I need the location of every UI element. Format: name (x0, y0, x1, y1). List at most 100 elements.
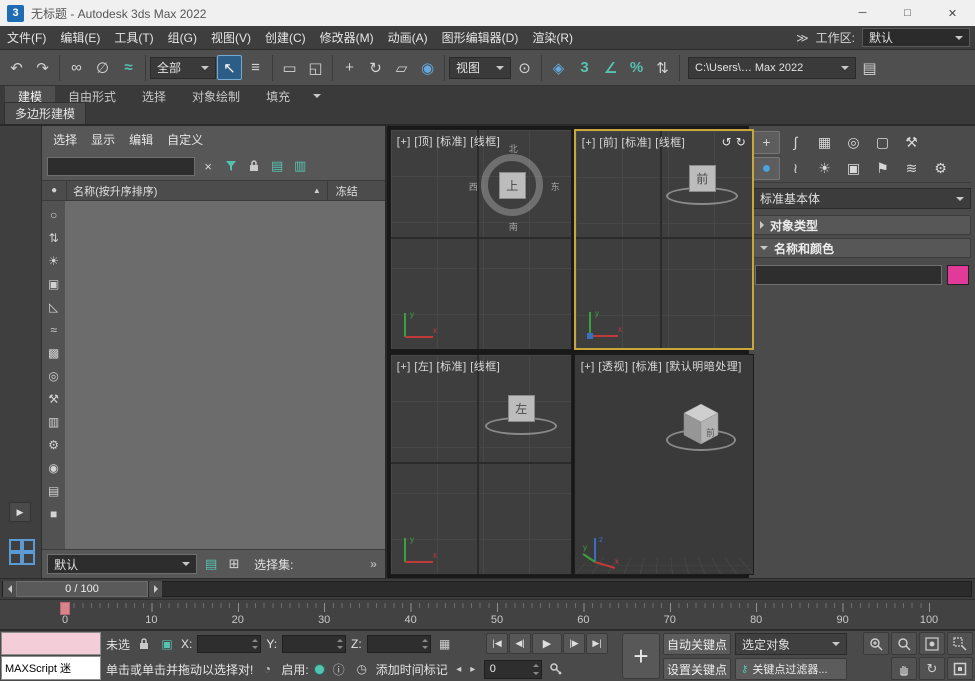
menu-item[interactable]: 编辑 (122, 126, 160, 152)
active-layer-dropdown[interactable]: 默认 (47, 554, 197, 574)
modify-tab[interactable]: ∫ (782, 131, 809, 154)
selection-lock-icon[interactable] (135, 635, 153, 653)
space-warps-category[interactable]: ≋ (898, 157, 925, 180)
lights-filter-icon[interactable]: ☀ (45, 252, 63, 269)
compass-north[interactable]: 北 (509, 142, 518, 155)
viewcube[interactable]: 上 北 南 西 东 (477, 148, 553, 224)
menu-item[interactable]: 视图(V) (204, 26, 258, 49)
time-slider-handle[interactable]: 0 / 100 (16, 581, 148, 597)
category-dropdown[interactable]: 标准基本体 (753, 188, 971, 209)
menu-item[interactable]: 渲染(R) (525, 26, 580, 49)
layers-filter-icon[interactable]: ▥ (45, 413, 63, 430)
compass-west[interactable]: 西 (469, 180, 478, 193)
menu-item[interactable]: 图形编辑器(D) (435, 26, 526, 49)
zoom-icon[interactable] (863, 632, 889, 655)
selection-filter-dropdown[interactable]: 全部 (150, 57, 216, 79)
maxscript-mini-listener-input[interactable]: MAXScript 迷 (1, 656, 101, 680)
previous-key-icon[interactable]: ◂ (453, 661, 465, 677)
polygon-modeling-subtab[interactable]: 多边形建模 (4, 102, 86, 124)
rotate-view-cw-icon[interactable]: ↻ (736, 135, 746, 149)
rectangular-selection-region-icon[interactable]: ▭ (277, 55, 302, 80)
zoom-extents-icon[interactable] (919, 632, 945, 655)
menu-item[interactable]: 组(G) (161, 26, 204, 49)
y-coordinate-field[interactable] (282, 635, 346, 653)
bind-to-space-warp-icon[interactable]: ≈ (116, 55, 141, 80)
row-icon-column-header[interactable]: ● (42, 185, 66, 196)
viewcube-face[interactable]: 前 (689, 165, 716, 192)
hierarchy-view-icon[interactable]: ▤ (267, 156, 287, 176)
viewport-label[interactable]: [+] [前] [标准] [线框] (582, 134, 686, 150)
menu-item[interactable]: 修改器(M) (313, 26, 381, 49)
hierarchy-tab[interactable]: ▦ (811, 131, 838, 154)
select-link-icon[interactable]: ∞ (64, 55, 89, 80)
viewport-label[interactable]: [+] [顶] [标准] [线框] (397, 133, 501, 149)
spinner-icon[interactable] (251, 637, 259, 651)
isolate-selection-icon[interactable]: ◔ (258, 660, 276, 678)
go-to-end-icon[interactable]: ▶| (586, 633, 608, 654)
next-key-icon[interactable]: ▸ (467, 661, 479, 677)
time-previous-button[interactable] (3, 581, 16, 597)
time-next-button[interactable] (149, 581, 162, 597)
lights-category[interactable]: ☀ (811, 157, 838, 180)
angle-snap-icon[interactable]: ∠ (598, 55, 623, 80)
display-tab[interactable]: ▢ (869, 131, 896, 154)
undo-icon[interactable]: ↶ (4, 55, 29, 80)
select-and-place-icon[interactable]: ◉ (415, 55, 440, 80)
absolute-offset-mode-icon[interactable]: ▣ (158, 635, 176, 653)
rollout-name-color[interactable]: 名称和颜色 (753, 238, 971, 258)
systems-category[interactable]: ⚙ (927, 157, 954, 180)
display-objects-filter-icon[interactable]: ○ (45, 206, 63, 223)
footer-overflow-icon[interactable]: » (370, 557, 380, 571)
layer-view-icon[interactable]: ▥ (290, 156, 310, 176)
snaps-toggle-icon[interactable]: 3 (572, 55, 597, 80)
menu-item[interactable]: 工具(T) (107, 26, 160, 49)
spinner-icon[interactable] (421, 637, 429, 651)
viewcube[interactable]: 前 (670, 395, 740, 465)
maximize-button[interactable]: □ (885, 0, 930, 26)
grid-setting-icon[interactable]: ▦ (436, 635, 454, 653)
menu-item[interactable]: 选择 (46, 126, 84, 152)
object-color-swatch[interactable] (947, 265, 969, 285)
space-warps-filter-icon[interactable]: ≈ (45, 321, 63, 338)
viewport-perspective[interactable]: [+] [透视] [标准] [默认明暗处理] 前 z x (574, 354, 754, 575)
select-and-manipulate-icon[interactable]: ◈ (546, 55, 571, 80)
time-tag-icon[interactable]: ◷ (353, 660, 371, 678)
geometry-filter-icon[interactable]: ▩ (45, 344, 63, 361)
spinner-icon[interactable] (336, 637, 344, 651)
current-frame-field[interactable]: 0 (484, 660, 542, 679)
reference-coordinate-dropdown[interactable]: 视图 (449, 57, 511, 79)
shapes-category[interactable]: ≀ (782, 157, 809, 180)
use-pivot-point-icon[interactable]: ⊙ (512, 55, 537, 80)
cameras-category[interactable]: ▣ (840, 157, 867, 180)
project-folder-dropdown[interactable]: C:\Users\… Max 2022 (688, 57, 856, 79)
select-and-rotate-icon[interactable]: ↻ (363, 55, 388, 80)
helpers-category[interactable]: ⚑ (869, 157, 896, 180)
search-input[interactable] (47, 157, 195, 176)
redo-icon[interactable]: ↷ (30, 55, 55, 80)
select-and-scale-icon[interactable]: ▱ (389, 55, 414, 80)
settings-filter-icon[interactable]: ⚙ (45, 436, 63, 453)
track-bar[interactable]: 0102030405060708090100 (0, 599, 975, 630)
enable-toggle-icon[interactable] (314, 664, 325, 675)
key-filters-button[interactable]: ⚷ 关键点过滤器... (735, 658, 847, 680)
unlink-selection-icon[interactable]: ∅ (90, 55, 115, 80)
menu-item[interactable]: 创建(C) (258, 26, 313, 49)
viewport-label[interactable]: [+] [透视] [标准] [默认明暗处理] (581, 358, 742, 374)
auto-key-button[interactable]: 自动关键点 (663, 633, 731, 655)
viewcube-face[interactable]: 左 (508, 395, 535, 422)
add-time-tag-label[interactable]: 添加时间标记 (376, 661, 448, 678)
x-coordinate-field[interactable] (197, 635, 261, 653)
zoom-all-icon[interactable] (891, 632, 917, 655)
sort-order-icon[interactable]: ⇅ (45, 229, 63, 246)
rotate-view-ccw-icon[interactable]: ↺ (722, 135, 732, 149)
viewcube-face[interactable]: 上 (499, 172, 526, 199)
selected-objects-dropdown[interactable]: 选定对象 (735, 633, 847, 655)
maximize-viewport-toggle-icon[interactable] (947, 657, 973, 680)
play-animation-icon[interactable]: ▶ (532, 633, 562, 654)
motion-tab[interactable]: ◎ (840, 131, 867, 154)
new-selection-set-icon[interactable]: ⊞ (224, 554, 244, 574)
menu-item[interactable]: 显示 (84, 126, 122, 152)
viewport-front[interactable]: [+] [前] [标准] [线框] ↺↻ 前 y x (574, 129, 754, 350)
expand-panel-button[interactable]: ▶ (9, 502, 31, 522)
window-crossing-toggle-icon[interactable]: ◱ (303, 55, 328, 80)
